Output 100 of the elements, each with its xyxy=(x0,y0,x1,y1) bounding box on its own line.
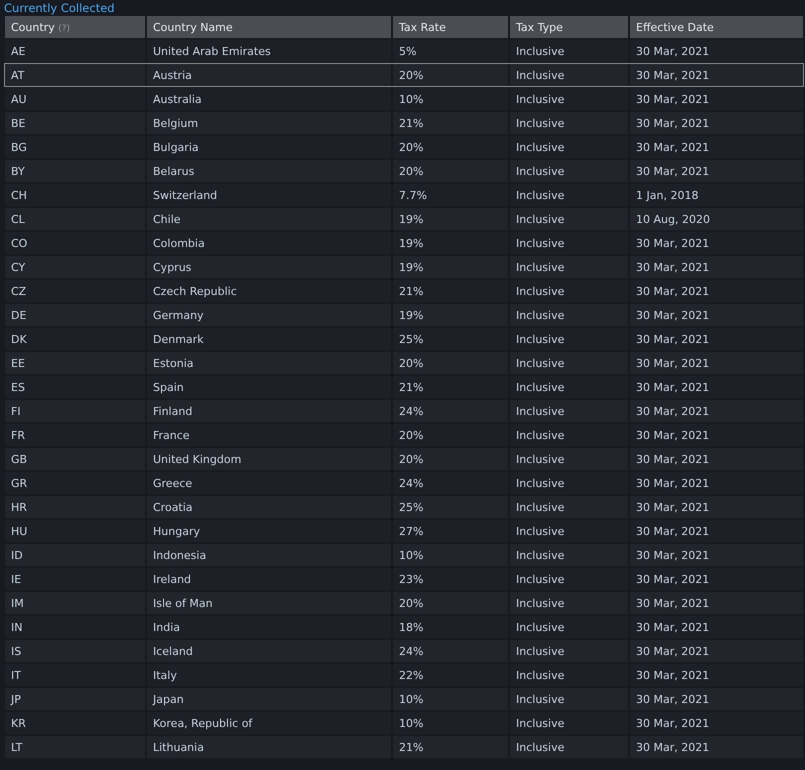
table-cell: Italy xyxy=(147,664,391,686)
table-cell: DK xyxy=(5,328,145,350)
table-row[interactable]: AU Australia 10% Inclusive 30 Mar, 2021 xyxy=(5,88,803,110)
column-header[interactable]: Country Name xyxy=(147,16,391,38)
table-cell: Inclusive xyxy=(510,112,628,134)
table-cell: IM xyxy=(5,592,145,614)
table-row[interactable]: IS Iceland 24% Inclusive 30 Mar, 2021 xyxy=(5,640,803,662)
table-cell: Inclusive xyxy=(510,640,628,662)
table-cell: 20% xyxy=(393,64,508,86)
table-cell: AT xyxy=(5,64,145,86)
table-row[interactable]: HU Hungary 27% Inclusive 30 Mar, 2021 xyxy=(5,520,803,542)
table-cell: Inclusive xyxy=(510,184,628,206)
table-cell: 30 Mar, 2021 xyxy=(630,376,803,398)
table-row[interactable]: CZ Czech Republic 21% Inclusive 30 Mar, 2021 xyxy=(5,280,803,302)
table-cell: 24% xyxy=(393,640,508,662)
table-cell: Austria xyxy=(147,64,391,86)
table-cell: JP xyxy=(5,688,145,710)
column-header[interactable]: Country (?) xyxy=(5,16,145,38)
table-row[interactable]: LT Lithuania 21% Inclusive 30 Mar, 2021 xyxy=(5,736,803,758)
table-cell: Inclusive xyxy=(510,64,628,86)
table-row[interactable]: IM Isle of Man 20% Inclusive 30 Mar, 2021 xyxy=(5,592,803,614)
table-cell: 21% xyxy=(393,112,508,134)
table-row[interactable]: CH Switzerland 7.7% Inclusive 1 Jan, 2018 xyxy=(5,184,803,206)
table-cell: HU xyxy=(5,520,145,542)
table-row[interactable]: AT Austria 20% Inclusive 30 Mar, 2021 xyxy=(5,64,803,86)
table-cell: Finland xyxy=(147,400,391,422)
table-cell: 20% xyxy=(393,592,508,614)
table-row[interactable]: IE Ireland 23% Inclusive 30 Mar, 2021 xyxy=(5,568,803,590)
table-cell: 30 Mar, 2021 xyxy=(630,688,803,710)
table-cell: Inclusive xyxy=(510,136,628,158)
table-row[interactable]: DE Germany 19% Inclusive 30 Mar, 2021 xyxy=(5,304,803,326)
table-cell: CO xyxy=(5,232,145,254)
table-cell: Inclusive xyxy=(510,568,628,590)
table-row[interactable]: FR France 20% Inclusive 30 Mar, 2021 xyxy=(5,424,803,446)
table-row[interactable]: JP Japan 10% Inclusive 30 Mar, 2021 xyxy=(5,688,803,710)
table-cell: Inclusive xyxy=(510,304,628,326)
column-header[interactable]: Tax Type xyxy=(510,16,628,38)
table-row[interactable]: CO Colombia 19% Inclusive 30 Mar, 2021 xyxy=(5,232,803,254)
table-cell: Inclusive xyxy=(510,256,628,278)
table-cell: 10% xyxy=(393,544,508,566)
table-row[interactable]: DK Denmark 25% Inclusive 30 Mar, 2021 xyxy=(5,328,803,350)
table-cell: LT xyxy=(5,736,145,758)
table-cell: CY xyxy=(5,256,145,278)
table-cell: Inclusive xyxy=(510,520,628,542)
table-cell: Inclusive xyxy=(510,232,628,254)
table-row[interactable]: BE Belgium 21% Inclusive 30 Mar, 2021 xyxy=(5,112,803,134)
table-cell: 7.7% xyxy=(393,184,508,206)
table-cell: 20% xyxy=(393,160,508,182)
table-cell: 30 Mar, 2021 xyxy=(630,568,803,590)
table-cell: ID xyxy=(5,544,145,566)
table-row[interactable]: BY Belarus 20% Inclusive 30 Mar, 2021 xyxy=(5,160,803,182)
table-cell: EE xyxy=(5,352,145,374)
table-cell: Croatia xyxy=(147,496,391,518)
table-cell: 30 Mar, 2021 xyxy=(630,112,803,134)
table-cell: 21% xyxy=(393,280,508,302)
table-cell: GB xyxy=(5,448,145,470)
table-cell: 20% xyxy=(393,136,508,158)
table-cell: United Arab Emirates xyxy=(147,40,391,62)
table-row[interactable]: IN India 18% Inclusive 30 Mar, 2021 xyxy=(5,616,803,638)
table-cell: Colombia xyxy=(147,232,391,254)
table-cell: India xyxy=(147,616,391,638)
table-cell: 24% xyxy=(393,400,508,422)
table-cell: BE xyxy=(5,112,145,134)
table-row[interactable]: KR Korea, Republic of 10% Inclusive 30 Mar, 2021 xyxy=(5,712,803,734)
table-cell: 30 Mar, 2021 xyxy=(630,592,803,614)
table-row[interactable]: AE United Arab Emirates 5% Inclusive 30 Mar, 2021 xyxy=(5,40,803,62)
table-cell: IT xyxy=(5,664,145,686)
table-cell: 19% xyxy=(393,208,508,230)
column-header[interactable]: Effective Date xyxy=(630,16,803,38)
table-cell: CL xyxy=(5,208,145,230)
table-cell: Isle of Man xyxy=(147,592,391,614)
table-cell: KR xyxy=(5,712,145,734)
table-cell: Inclusive xyxy=(510,448,628,470)
table-cell: Inclusive xyxy=(510,280,628,302)
table-cell: Inclusive xyxy=(510,544,628,566)
table-row[interactable]: FI Finland 24% Inclusive 30 Mar, 2021 xyxy=(5,400,803,422)
table-cell: 30 Mar, 2021 xyxy=(630,352,803,374)
table-cell: Belarus xyxy=(147,160,391,182)
table-row[interactable]: IT Italy 22% Inclusive 30 Mar, 2021 xyxy=(5,664,803,686)
table-row[interactable]: ID Indonesia 10% Inclusive 30 Mar, 2021 xyxy=(5,544,803,566)
table-cell: Inclusive xyxy=(510,328,628,350)
table-row[interactable]: ES Spain 21% Inclusive 30 Mar, 2021 xyxy=(5,376,803,398)
table-cell: FI xyxy=(5,400,145,422)
table-row[interactable]: CL Chile 19% Inclusive 10 Aug, 2020 xyxy=(5,208,803,230)
table-row[interactable]: EE Estonia 20% Inclusive 30 Mar, 2021 xyxy=(5,352,803,374)
table-cell: 30 Mar, 2021 xyxy=(630,472,803,494)
table-row[interactable]: GR Greece 24% Inclusive 30 Mar, 2021 xyxy=(5,472,803,494)
column-header[interactable]: Tax Rate xyxy=(393,16,508,38)
table-row[interactable]: BG Bulgaria 20% Inclusive 30 Mar, 2021 xyxy=(5,136,803,158)
table-cell: 30 Mar, 2021 xyxy=(630,88,803,110)
table-cell: 19% xyxy=(393,304,508,326)
table-cell: Inclusive xyxy=(510,616,628,638)
table-cell: BY xyxy=(5,160,145,182)
table-cell: Inclusive xyxy=(510,208,628,230)
table-row[interactable]: HR Croatia 25% Inclusive 30 Mar, 2021 xyxy=(5,496,803,518)
table-row[interactable]: CY Cyprus 19% Inclusive 30 Mar, 2021 xyxy=(5,256,803,278)
table-cell: 24% xyxy=(393,472,508,494)
table-cell: Germany xyxy=(147,304,391,326)
table-cell: 30 Mar, 2021 xyxy=(630,640,803,662)
table-row[interactable]: GB United Kingdom 20% Inclusive 30 Mar, 2021 xyxy=(5,448,803,470)
